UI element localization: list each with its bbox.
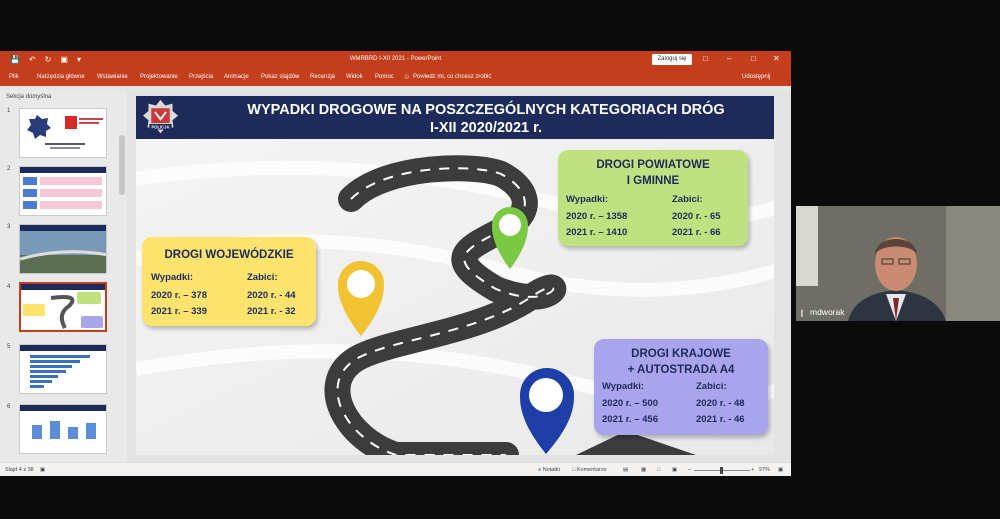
notes-button[interactable]: ≡ Notatki — [538, 467, 560, 473]
accidents-2020: 2020 r. – 500 — [602, 398, 658, 409]
tell-me-search[interactable]: Powiedz mi, co chcesz zrobić — [413, 74, 491, 80]
section-label[interactable]: Sekcja domyślna — [6, 94, 51, 100]
minimize-icon[interactable]: – — [727, 54, 731, 64]
comments-label: Komentarze — [576, 467, 607, 473]
accidents-label: Wypadki: — [566, 194, 609, 205]
box-heading-line2: I GMINNE — [626, 175, 680, 187]
webcam-video — [796, 206, 1000, 321]
webcam-tile: ❙ mdworak — [796, 206, 1000, 321]
accidents-2021: 2021 r. – 339 — [151, 306, 207, 317]
killed-2021: 2021 r. - 32 — [247, 306, 296, 317]
title-bar: 💾 ↶ ↻ ▣ ▾ WMRBRD I-XII 2021 - PowerPoint… — [0, 51, 791, 69]
close-icon[interactable]: ✕ — [773, 54, 780, 64]
status-bar: Slajd 4 z 38 ▣ ≡ Notatki □ Komentarze ▤ … — [0, 462, 791, 476]
accessibility-icon[interactable]: ▣ — [40, 467, 45, 473]
slide-thumbnail-1[interactable] — [19, 108, 107, 158]
slide-title-line2: I-XII 2020/2021 r. — [429, 120, 543, 136]
tab-design[interactable]: Projektowanie — [140, 74, 178, 80]
killed-2020: 2020 r. - 65 — [672, 211, 721, 222]
thumb-number: 5 — [7, 344, 11, 350]
slide-thumbnail-4[interactable] — [19, 282, 107, 332]
slide-thumbnail-2[interactable] — [19, 166, 107, 216]
accidents-2021: 2021 r. – 456 — [602, 414, 658, 425]
ribbon-tabs: Plik Narzędzia główne Wstawianie Projekt… — [0, 69, 791, 86]
notes-label: Notatki — [542, 467, 560, 473]
tab-transitions[interactable]: Przejścia — [189, 74, 213, 80]
thumb-5-art — [20, 345, 106, 388]
killed-2021: 2021 r. - 46 — [696, 414, 745, 425]
district-roads-box: DROGI POWIATOWE I GMINNE Wypadki: Zabici… — [558, 150, 748, 246]
zoom-out-icon[interactable]: – — [688, 467, 691, 473]
accidents-label: Wypadki: — [602, 381, 645, 392]
thumb-number: 2 — [7, 166, 11, 172]
slide-counter: Slajd 4 z 38 — [5, 467, 34, 473]
badge-text: POLICJA — [151, 125, 169, 130]
thumb-2-art — [20, 167, 106, 209]
slide-editor-area: POLICJA WYPADKI DROGOWE NA POSZCZEGÓLNYC… — [127, 90, 791, 462]
thumb-3-art — [20, 225, 106, 273]
powerpoint-window: 💾 ↶ ↻ ▣ ▾ WMRBRD I-XII 2021 - PowerPoint… — [0, 51, 791, 476]
slide-thumbnails-pane: Sekcja domyślna 1 2 3 4 5 6 — [0, 90, 127, 462]
thumb-number: 4 — [7, 284, 11, 290]
tab-help[interactable]: Pomoc — [375, 74, 394, 80]
accidents-2020: 2020 r. – 378 — [151, 290, 207, 301]
accidents-2021: 2021 r. – 1410 — [566, 227, 628, 238]
lightbulb-icon: ☉ — [404, 75, 410, 81]
thumbnails-scrollbar[interactable] — [119, 135, 125, 195]
accidents-label: Wypadki: — [151, 272, 194, 283]
slide-thumbnail-6[interactable] — [19, 404, 107, 454]
voivodeship-roads-box: DROGI WOJEWÓDZKIE Wypadki: Zabici: 2020 … — [142, 237, 316, 326]
killed-label: Zabici: — [696, 381, 727, 392]
tab-insert[interactable]: Wstawianie — [97, 74, 128, 80]
share-button[interactable]: Udostępnij — [742, 74, 770, 80]
thumb-number: 6 — [7, 404, 11, 410]
tab-review[interactable]: Recenzja — [310, 74, 335, 80]
zoom-in-icon[interactable]: + — [751, 467, 754, 473]
killed-label: Zabici: — [247, 272, 278, 283]
current-slide: POLICJA WYPADKI DROGOWE NA POSZCZEGÓLNYC… — [136, 96, 774, 455]
national-roads-box: DROGI KRAJOWE + AUTOSTRADA A4 Wypadki: Z… — [594, 339, 768, 435]
thumb-number: 1 — [7, 108, 11, 114]
tab-home[interactable]: Narzędzia główne — [37, 74, 85, 80]
sign-in-button[interactable]: Zaloguj się — [652, 54, 692, 65]
tab-file[interactable]: Plik — [9, 74, 19, 80]
box-heading-line2: + AUTOSTRADA A4 — [627, 364, 735, 376]
ribbon-display-icon[interactable]: □ — [703, 54, 708, 64]
police-badge-icon: POLICJA — [142, 99, 179, 134]
zoom-slider-thumb[interactable] — [720, 467, 723, 474]
thumb-number: 3 — [7, 224, 11, 230]
killed-2021: 2021 r. - 66 — [672, 227, 721, 238]
slideshow-view-icon[interactable]: ▣ — [672, 467, 677, 473]
slide-sorter-icon[interactable]: ▦ — [641, 467, 646, 473]
slide-thumbnail-5[interactable] — [19, 344, 107, 394]
normal-view-icon[interactable]: ▤ — [623, 467, 628, 473]
thumb-1-art — [27, 115, 103, 149]
fit-slide-icon[interactable]: ▣ — [778, 467, 783, 473]
tab-slideshow[interactable]: Pokaz slajdów — [261, 74, 299, 80]
reading-view-icon[interactable]: □ — [657, 467, 660, 473]
box-heading-line1: DROGI POWIATOWE — [596, 159, 710, 171]
killed-2020: 2020 r. - 48 — [696, 398, 745, 409]
screen: 💾 ↶ ↻ ▣ ▾ WMRBRD I-XII 2021 - PowerPoint… — [0, 0, 1000, 519]
box-heading: DROGI WOJEWÓDZKIE — [164, 249, 294, 261]
box-heading-line1: DROGI KRAJOWE — [631, 348, 731, 360]
killed-2020: 2020 r. - 44 — [247, 290, 296, 301]
tab-animations[interactable]: Animacje — [224, 74, 249, 80]
slide-thumbnail-3[interactable] — [19, 224, 107, 274]
signal-bars-icon: ❙ — [799, 310, 805, 317]
comments-button[interactable]: □ Komentarze — [572, 467, 607, 473]
accidents-2020: 2020 r. – 1358 — [566, 211, 628, 222]
killed-label: Zabici: — [672, 194, 703, 205]
thumb-6-art — [20, 405, 106, 439]
thumb-4-art — [21, 284, 105, 329]
zoom-level[interactable]: 97% — [759, 467, 770, 473]
slide-title-line1: WYPADKI DROGOWE NA POSZCZEGÓLNYCH KATEGO… — [247, 102, 725, 118]
participant-name: mdworak — [810, 307, 845, 317]
tab-view[interactable]: Widok — [346, 74, 363, 80]
maximize-icon[interactable]: □ — [751, 54, 756, 64]
slide-header: POLICJA WYPADKI DROGOWE NA POSZCZEGÓLNYC… — [136, 96, 774, 139]
